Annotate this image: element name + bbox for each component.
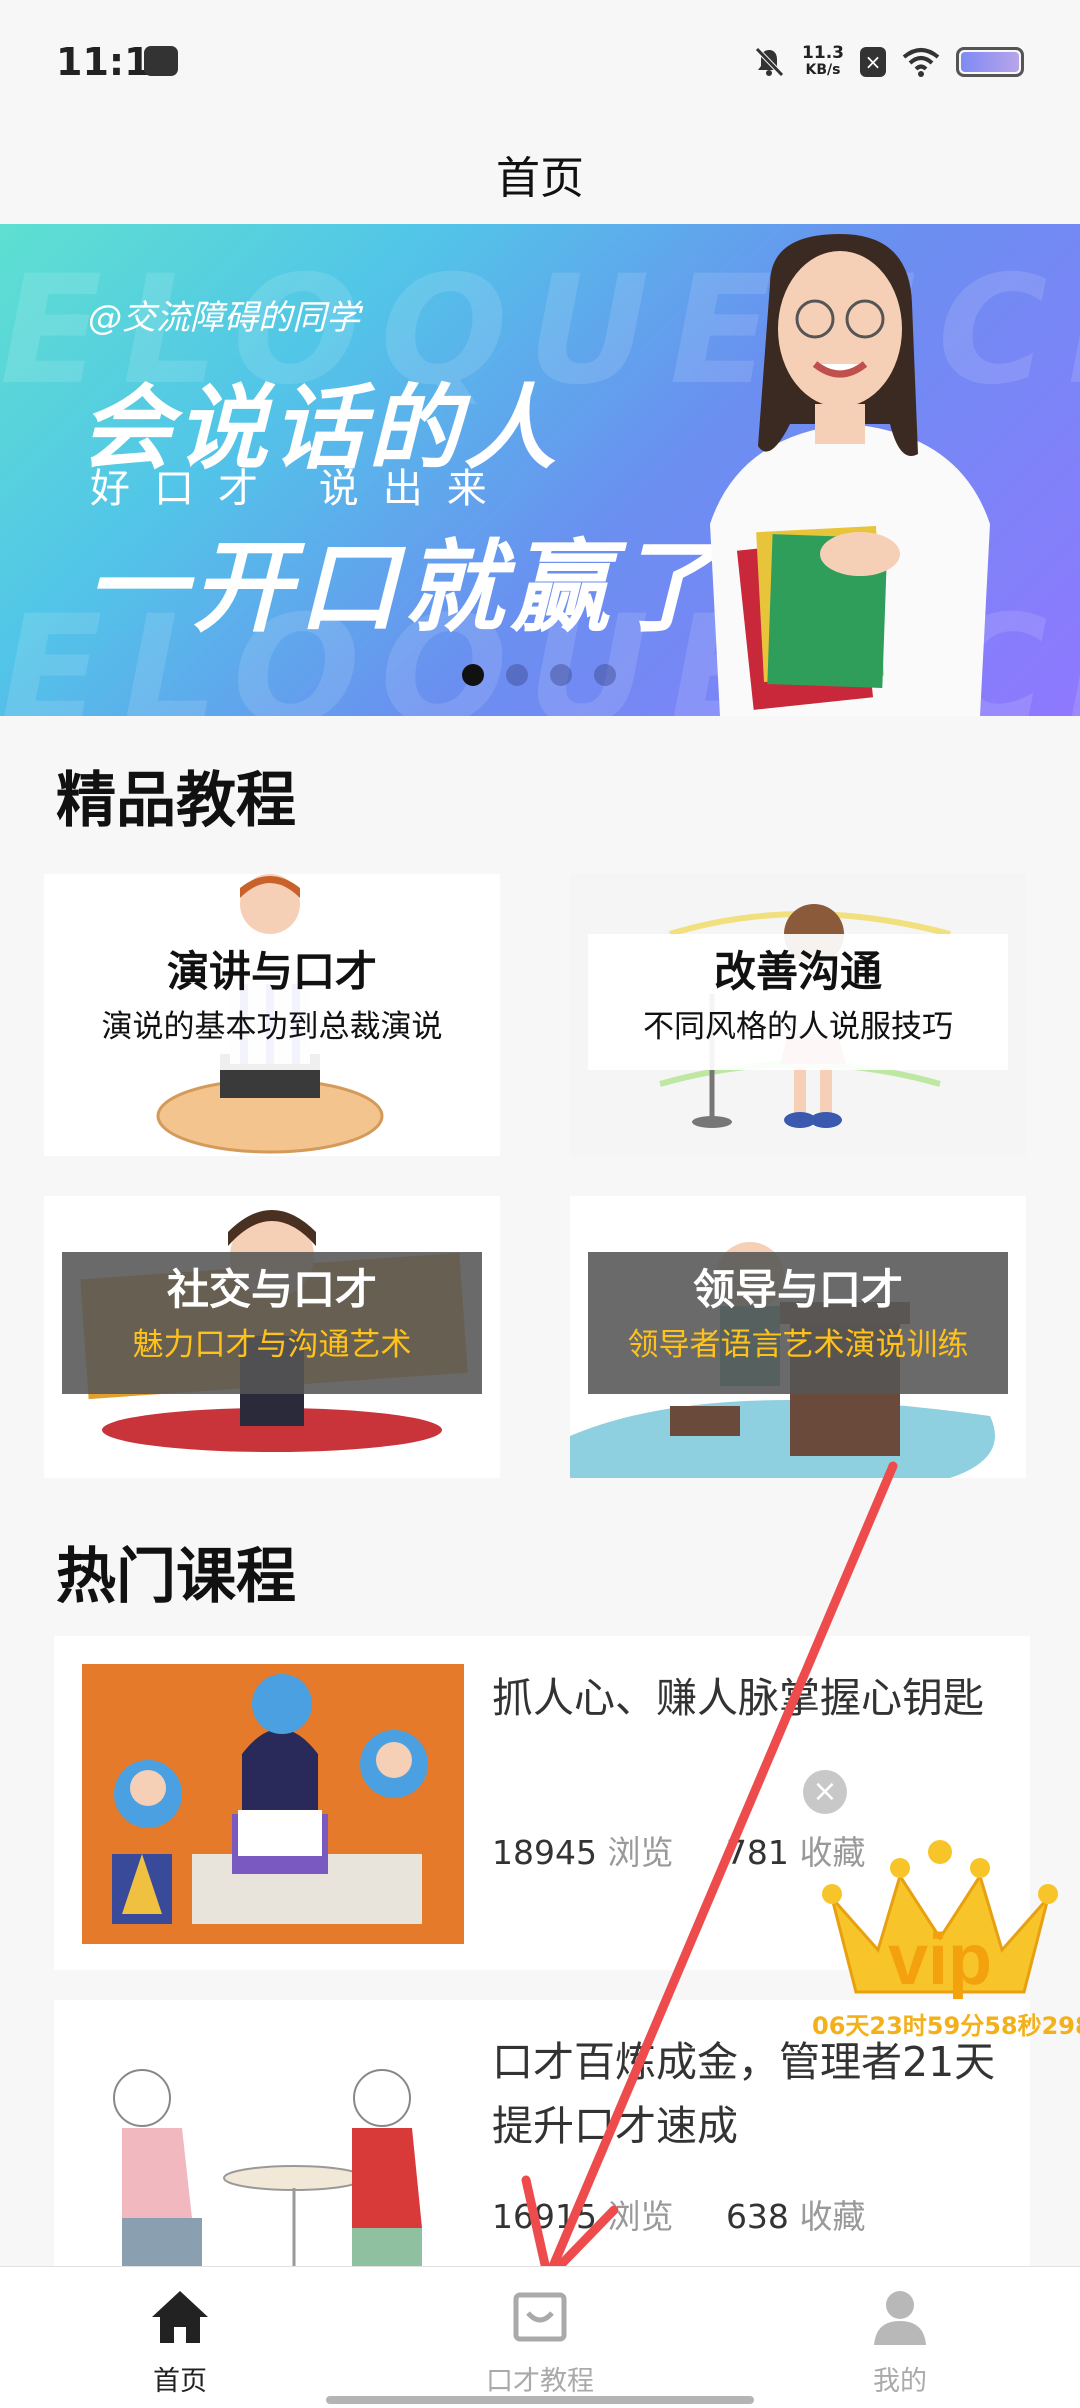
view-label: 浏览 bbox=[607, 1833, 674, 1872]
tab-courses[interactable]: 口才教程 bbox=[360, 2267, 720, 2408]
tab-label: 首页 bbox=[153, 2366, 207, 2397]
wifi-icon bbox=[902, 48, 940, 77]
tab-profile[interactable]: 我的 bbox=[720, 2267, 1080, 2408]
card-label: 社交与口才 魅力口才与沟通艺术 bbox=[62, 1252, 482, 1394]
featured-card-communication[interactable]: 改善沟通 不同风格的人说服技巧 bbox=[570, 874, 1026, 1156]
page-title: 首页 bbox=[496, 153, 584, 204]
course-title: 口才百炼成金，管理者21天提升口才速成 bbox=[492, 2038, 996, 2150]
card-label: 演讲与口才 演说的基本功到总裁演说 bbox=[62, 934, 482, 1070]
message-notification-icon bbox=[144, 46, 178, 76]
networking-illustration bbox=[82, 1664, 464, 1944]
featured-card-leadership[interactable]: 领导与口才 领导者语言艺术演说训练 bbox=[570, 1196, 1026, 1478]
favorite-label: 收藏 bbox=[799, 2197, 866, 2236]
home-indicator[interactable] bbox=[326, 2396, 754, 2404]
sim-x-icon: × bbox=[860, 47, 886, 77]
vip-close-button[interactable]: × bbox=[803, 1770, 847, 1814]
card-subtitle: 演说的基本功到总裁演说 bbox=[101, 1009, 443, 1045]
mute-bell-icon bbox=[755, 47, 784, 77]
view-count: 16915 bbox=[492, 2197, 597, 2236]
course-title: 抓人心、赚人脉掌握心钥匙 bbox=[492, 1674, 984, 1722]
card-title: 领导与口才 bbox=[692, 1265, 903, 1314]
card-subtitle: 领导者语言艺术演说训练 bbox=[627, 1327, 969, 1363]
vip-crown-icon[interactable]: vip bbox=[818, 1838, 1062, 2000]
network-speed: 11.3 KB/s bbox=[802, 43, 844, 79]
view-count: 18945 bbox=[492, 1833, 597, 1872]
user-icon bbox=[874, 2291, 926, 2345]
favorite-count: 638 bbox=[725, 2197, 789, 2236]
carousel-dot[interactable] bbox=[550, 664, 572, 686]
favorite-count: 781 bbox=[725, 1833, 789, 1872]
course-icon bbox=[513, 2292, 567, 2342]
banner-tag: @交流障碍的同学 bbox=[88, 298, 360, 338]
course-stats: 18945 浏览 781 收藏 bbox=[492, 1826, 865, 1874]
featured-section-title: 精品教程 bbox=[56, 766, 296, 836]
card-subtitle: 魅力口才与沟通艺术 bbox=[132, 1327, 412, 1363]
featured-card-social[interactable]: 社交与口才 魅力口才与沟通艺术 bbox=[44, 1196, 500, 1478]
home-icon bbox=[152, 2291, 208, 2343]
status-bar: 11:11 11.3 KB/s × bbox=[0, 0, 1080, 124]
carousel-dot[interactable] bbox=[462, 664, 484, 686]
carousel-dot[interactable] bbox=[594, 664, 616, 686]
course-thumbnail bbox=[82, 1664, 464, 1944]
card-title: 演讲与口才 bbox=[166, 947, 377, 996]
card-title: 社交与口才 bbox=[166, 1265, 377, 1314]
course-thumbnail bbox=[82, 2028, 464, 2266]
vip-countdown: 06天23时59分58秒298 bbox=[812, 2012, 1080, 2040]
bottom-tab-bar: 首页 口才教程 我的 bbox=[0, 2266, 1080, 2408]
featured-card-speech[interactable]: 演讲与口才 演说的基本功到总裁演说 bbox=[44, 874, 500, 1156]
card-title: 改善沟通 bbox=[713, 947, 882, 996]
card-label: 领导与口才 领导者语言艺术演说训练 bbox=[588, 1252, 1008, 1394]
course-stats: 16915 浏览 638 收藏 bbox=[492, 2190, 865, 2238]
view-label: 浏览 bbox=[607, 2197, 674, 2236]
title-bar: 首页 bbox=[0, 124, 1080, 224]
banner-carousel[interactable]: ELOQUENCE ELOQUENCE @交流障碍的同学 会说话的人 好口才 说… bbox=[0, 224, 1080, 716]
banner-teacher-illustration bbox=[710, 234, 990, 716]
conversation-illustration bbox=[82, 2028, 464, 2266]
battery-icon bbox=[956, 47, 1024, 77]
status-icons: 11.3 KB/s × bbox=[752, 40, 1024, 84]
popular-section-title: 热门课程 bbox=[56, 1542, 296, 1612]
carousel-dots[interactable] bbox=[462, 664, 616, 686]
vip-badge-text: vip bbox=[888, 1920, 992, 2000]
tab-label: 我的 bbox=[873, 2366, 927, 2397]
card-subtitle: 不同风格的人说服技巧 bbox=[643, 1009, 953, 1045]
carousel-dot[interactable] bbox=[506, 664, 528, 686]
banner-headline-2: 一开口就赢了 bbox=[86, 529, 722, 646]
card-label: 改善沟通 不同风格的人说服技巧 bbox=[588, 934, 1008, 1070]
tab-home[interactable]: 首页 bbox=[0, 2267, 360, 2408]
tab-label: 口才教程 bbox=[486, 2366, 594, 2397]
